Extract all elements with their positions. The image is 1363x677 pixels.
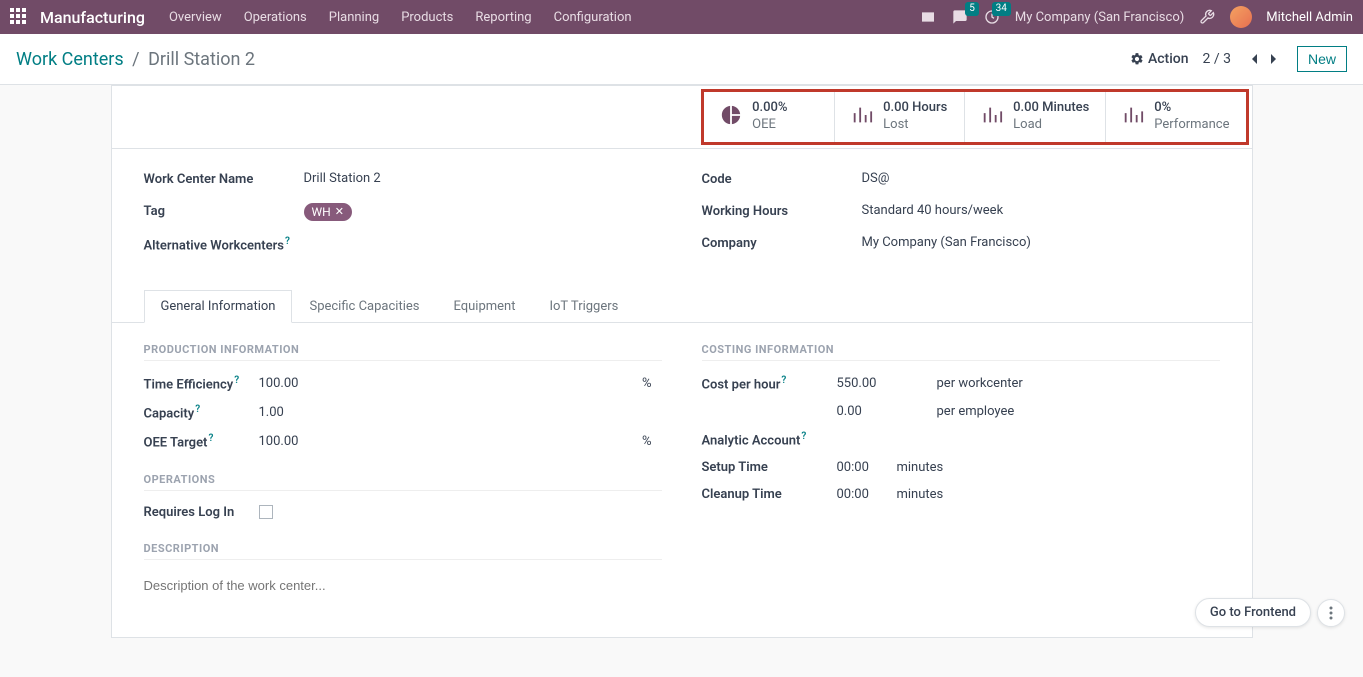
top-nav: Manufacturing Overview Operations Planni…: [0, 0, 1363, 34]
action-label: Action: [1148, 51, 1189, 67]
tab-equipment[interactable]: Equipment: [436, 290, 532, 323]
user-avatar[interactable]: [1230, 6, 1252, 28]
company-switcher[interactable]: My Company (San Francisco): [1015, 10, 1184, 25]
unit-cost-hour: per workcenter: [937, 376, 1023, 391]
tag-remove-icon[interactable]: ✕: [335, 205, 344, 218]
value-tag[interactable]: WH✕: [304, 203, 662, 221]
nav-links: Overview Operations Planning Products Re…: [169, 10, 632, 25]
description-input[interactable]: [144, 574, 662, 597]
nav-link-planning[interactable]: Planning: [329, 10, 379, 25]
tab-capacities[interactable]: Specific Capacities: [292, 290, 436, 323]
value-cost-hour[interactable]: 550.00: [837, 376, 917, 391]
label-analytic-account: Analytic Account?: [702, 431, 837, 448]
tag-pill-wh[interactable]: WH✕: [304, 203, 352, 221]
unit-time-efficiency: %: [642, 376, 662, 391]
label-code: Code: [702, 171, 862, 189]
label-alt-workcenters: Alternative Workcenters?: [144, 235, 304, 256]
bar-chart-icon: [1122, 104, 1144, 130]
tab-iot[interactable]: IoT Triggers: [532, 290, 635, 323]
value-working-hours[interactable]: Standard 40 hours/week: [862, 203, 1220, 218]
value-company[interactable]: My Company (San Francisco): [862, 235, 1220, 250]
section-description: DESCRIPTION: [144, 542, 662, 560]
pie-chart-icon: [720, 104, 742, 130]
stat-buttons-row: 0.00%OEE 0.00 HoursLost 0.00 MinutesLoad…: [112, 86, 1252, 149]
stat-performance[interactable]: 0%Performance: [1105, 92, 1245, 142]
value-capacity[interactable]: 1.00: [259, 405, 339, 420]
nav-link-overview[interactable]: Overview: [169, 10, 222, 25]
help-icon[interactable]: ?: [234, 375, 239, 386]
new-button[interactable]: New: [1297, 46, 1347, 72]
nav-link-reporting[interactable]: Reporting: [475, 10, 531, 25]
label-capacity: Capacity?: [144, 404, 259, 421]
floating-menu-button[interactable]: [1317, 599, 1345, 627]
value-code[interactable]: DS@: [862, 171, 1220, 186]
activities-icon[interactable]: 34: [983, 8, 1001, 26]
help-icon[interactable]: ?: [781, 375, 786, 386]
activities-badge: 34: [992, 2, 1011, 16]
action-button[interactable]: Action: [1130, 51, 1189, 67]
floating-buttons: Go to Frontend: [1195, 598, 1345, 627]
label-oee-target: OEE Target?: [144, 433, 259, 450]
stat-oee[interactable]: 0.00%OEE: [704, 92, 834, 142]
section-costing: COSTING INFORMATION: [702, 343, 1220, 361]
tab-content-general: PRODUCTION INFORMATION Time Efficiency? …: [112, 323, 1252, 637]
apps-icon[interactable]: [10, 8, 28, 26]
help-icon[interactable]: ?: [801, 431, 806, 442]
pager-prev-button[interactable]: [1245, 48, 1263, 70]
label-working-hours: Working Hours: [702, 203, 862, 221]
breadcrumb-root[interactable]: Work Centers: [16, 49, 124, 70]
checkbox-requires-login[interactable]: [259, 505, 273, 519]
user-name[interactable]: Mitchell Admin: [1266, 10, 1353, 25]
label-setup-time: Setup Time: [702, 460, 837, 475]
go-to-frontend-button[interactable]: Go to Frontend: [1195, 598, 1311, 627]
unit-cost-employee: per employee: [937, 404, 1015, 419]
control-bar: Work Centers / Drill Station 2 Action 2 …: [0, 34, 1363, 85]
form-sheet: 0.00%OEE 0.00 HoursLost 0.00 MinutesLoad…: [111, 85, 1253, 638]
label-tag: Tag: [144, 203, 304, 221]
breadcrumb-current: Drill Station 2: [148, 49, 255, 70]
dots-vertical-icon: [1329, 606, 1333, 620]
label-workcenter-name: Work Center Name: [144, 171, 304, 189]
value-time-efficiency[interactable]: 100.00: [259, 376, 339, 391]
breadcrumb-separator: /: [132, 49, 139, 70]
nav-link-operations[interactable]: Operations: [244, 10, 307, 25]
bar-chart-icon: [981, 104, 1003, 130]
barcode-icon[interactable]: [919, 8, 937, 26]
stat-buttons-highlight: 0.00%OEE 0.00 HoursLost 0.00 MinutesLoad…: [701, 89, 1248, 145]
debug-icon[interactable]: [1198, 8, 1216, 26]
nav-right: 5 34 My Company (San Francisco) Mitchell…: [919, 6, 1353, 28]
unit-oee-target: %: [642, 434, 662, 449]
stat-load[interactable]: 0.00 MinutesLoad: [964, 92, 1105, 142]
value-setup-time[interactable]: 00:00: [837, 460, 887, 475]
nav-link-products[interactable]: Products: [401, 10, 453, 25]
label-requires-login: Requires Log In: [144, 505, 259, 520]
value-cleanup-time[interactable]: 00:00: [837, 487, 887, 502]
help-icon[interactable]: ?: [195, 404, 200, 415]
label-time-efficiency: Time Efficiency?: [144, 375, 259, 392]
messaging-icon[interactable]: 5: [951, 8, 969, 26]
label-cleanup-time: Cleanup Time: [702, 487, 837, 502]
bar-chart-icon: [851, 104, 873, 130]
nav-brand[interactable]: Manufacturing: [40, 8, 145, 27]
section-operations: OPERATIONS: [144, 473, 662, 491]
value-cost-employee[interactable]: 0.00: [837, 404, 917, 419]
gear-icon: [1130, 52, 1144, 66]
tabs: General Information Specific Capacities …: [112, 290, 1252, 323]
help-icon[interactable]: ?: [285, 236, 290, 247]
value-oee-target[interactable]: 100.00: [259, 434, 339, 449]
value-workcenter-name[interactable]: Drill Station 2: [304, 171, 662, 186]
label-company: Company: [702, 235, 862, 253]
messaging-badge: 5: [965, 2, 979, 16]
pager-text[interactable]: 2 / 3: [1203, 51, 1231, 67]
pager-next-button[interactable]: [1265, 48, 1283, 70]
unit-cleanup-time: minutes: [897, 487, 944, 502]
tab-general[interactable]: General Information: [144, 290, 293, 323]
section-production: PRODUCTION INFORMATION: [144, 343, 662, 361]
label-cost-hour: Cost per hour?: [702, 375, 837, 392]
breadcrumb: Work Centers / Drill Station 2: [16, 49, 255, 70]
unit-setup-time: minutes: [897, 460, 944, 475]
nav-link-configuration[interactable]: Configuration: [554, 10, 632, 25]
stat-lost[interactable]: 0.00 HoursLost: [834, 92, 964, 142]
help-icon[interactable]: ?: [208, 433, 213, 444]
